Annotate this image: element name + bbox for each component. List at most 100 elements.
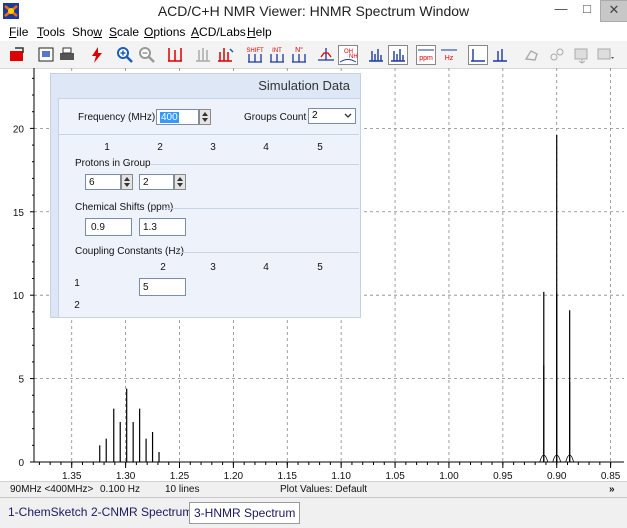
y-tick-label: 20: [13, 124, 25, 135]
frequency-label: Frequency (MHz) :: [78, 112, 161, 123]
coupling-1-2-value: 5: [143, 282, 149, 293]
menu-file[interactable]: File: [9, 25, 28, 39]
protons-group-1-spinner[interactable]: [121, 174, 133, 190]
nh-label: NH: [349, 54, 358, 60]
minimize-button[interactable]: —: [548, 0, 574, 20]
protons-group-2-value: 2: [143, 177, 149, 188]
protons-group-2-input[interactable]: 2: [139, 174, 174, 190]
hz-label: Hz: [445, 55, 454, 62]
tab-cnmr-spectrum[interactable]: 2-CNMR Spectrum: [87, 502, 196, 522]
peak-split-icon[interactable]: [193, 45, 213, 65]
ppm-label: ppm: [419, 55, 433, 62]
tab-chemsketch[interactable]: 1-ChemSketch: [4, 502, 91, 522]
coupling-1-2-input[interactable]: 5: [139, 278, 186, 296]
menu-tools[interactable]: Tools: [37, 25, 65, 39]
y-tick-label: 10: [13, 291, 25, 302]
menu-help[interactable]: Help: [247, 25, 272, 39]
baseline-icon[interactable]: [468, 45, 488, 65]
menu-show[interactable]: Show: [72, 25, 102, 39]
menu-scale[interactable]: Scale: [109, 25, 139, 39]
chemical-shifts-label: Chemical Shifts (ppm): [75, 202, 174, 213]
simulation-panel-sidebar: [51, 98, 59, 317]
title-bar: ACD/C+H NMR Viewer: HNMR Spectrum Window…: [0, 0, 627, 23]
int-label: INT: [272, 48, 282, 54]
window-title: ACD/C+H NMR Viewer: HNMR Spectrum Window: [157, 3, 470, 19]
zoom-out-icon[interactable]: [137, 45, 157, 65]
baseline-correct-icon[interactable]: [490, 45, 510, 65]
groups-count-label: Groups Count :: [244, 112, 312, 123]
n-label-icon[interactable]: N°: [289, 45, 309, 65]
y-tick-label: 15: [13, 208, 25, 219]
shift-group-1-input[interactable]: 0.9: [85, 218, 132, 236]
export-dropdown-icon[interactable]: [596, 45, 616, 65]
simulation-panel-header: Simulation Data: [51, 74, 360, 99]
lightning-icon[interactable]: [87, 45, 107, 65]
menu-options[interactable]: Options: [144, 25, 185, 39]
x-tick-label: 0.90: [547, 471, 567, 481]
x-tick-label: 1.20: [224, 471, 244, 481]
status-bar: 90MHz <400MHz> 0.100 Hz 10 lines Plot Va…: [0, 481, 627, 498]
menu-acdlabs[interactable]: ACD/Labs: [191, 25, 246, 39]
group-number-1: 1: [104, 142, 110, 153]
maximize-button[interactable]: □: [574, 0, 600, 20]
coupling-col-2: 2: [160, 262, 166, 273]
protons-group-2-spinner[interactable]: [174, 174, 186, 190]
x-tick-label: 1.10: [331, 471, 351, 481]
ppm-scale-icon[interactable]: ppm: [416, 45, 436, 65]
status-linewidth: 0.100 Hz: [100, 484, 141, 495]
group-number-4: 4: [263, 142, 269, 153]
frequency-value: 400: [160, 112, 179, 123]
image-icon[interactable]: [37, 45, 57, 65]
group-number-3: 3: [210, 142, 216, 153]
peak-pick-icon[interactable]: [316, 45, 336, 65]
coupling-col-3: 3: [210, 262, 216, 273]
status-lines: 10 lines: [165, 484, 200, 495]
molecule-icon[interactable]: [522, 45, 542, 65]
divider: [59, 134, 359, 135]
divider: [175, 252, 359, 253]
chevron-down-icon: [344, 113, 352, 118]
menu-bar: File Tools Show Scale Options ACD/Labs H…: [0, 22, 627, 41]
peak-multiplet-icon[interactable]: [215, 45, 235, 65]
status-plot-values: Plot Values: Default: [280, 484, 368, 495]
export-icon[interactable]: [572, 45, 592, 65]
shift-icon[interactable]: SHIFT: [245, 45, 265, 65]
hz-scale-icon[interactable]: Hz: [439, 45, 459, 65]
x-tick-label: 0.85: [601, 471, 621, 481]
tab-hnmr-spectrum[interactable]: 3-HNMR Spectrum: [189, 502, 301, 524]
spectrum-overlay-icon[interactable]: [388, 45, 408, 65]
y-tick-label: 0: [18, 458, 24, 469]
x-tick-label: 1.35: [62, 471, 82, 481]
shift-label: SHIFT: [246, 48, 264, 54]
zoom-in-icon[interactable]: [115, 45, 135, 65]
open-icon[interactable]: [7, 45, 27, 65]
shift-group-1-value: 0.9: [91, 222, 105, 233]
coupling-col-5: 5: [317, 262, 323, 273]
status-frequency: 90MHz <400MHz>: [10, 484, 94, 495]
x-tick-label: 1.00: [439, 471, 459, 481]
spectrum-icon[interactable]: [366, 45, 386, 65]
coupling-col-4: 4: [263, 262, 269, 273]
molecule-link-icon[interactable]: [547, 45, 567, 65]
protons-label: Protons in Group: [75, 158, 151, 169]
peak-icon[interactable]: [165, 45, 185, 65]
tab-chemsketch-label: 1-ChemSketch: [8, 505, 88, 519]
coupling-constants-label: Coupling Constants (Hz): [75, 246, 184, 257]
status-more-button[interactable]: »: [609, 484, 615, 495]
frequency-input[interactable]: 400: [156, 109, 199, 125]
close-button[interactable]: ✕: [600, 0, 627, 22]
coupling-row-2: 2: [74, 300, 80, 311]
shift-group-2-input[interactable]: 1.3: [139, 218, 186, 236]
x-tick-label: 1.15: [278, 471, 298, 481]
toolbar: SHIFT INT N° OH NH ppm Hz: [0, 41, 627, 69]
divider: [151, 164, 359, 165]
print-icon[interactable]: [57, 45, 77, 65]
frequency-spinner[interactable]: [199, 109, 211, 125]
integration-icon[interactable]: INT: [267, 45, 287, 65]
groups-count-value: 2: [312, 110, 318, 121]
n-label: N°: [295, 46, 303, 54]
protons-group-1-input[interactable]: 6: [85, 174, 121, 190]
x-tick-label: 1.25: [170, 471, 190, 481]
groups-count-select[interactable]: 2: [308, 108, 356, 124]
oh-nh-icon[interactable]: OHNH: [338, 45, 358, 65]
